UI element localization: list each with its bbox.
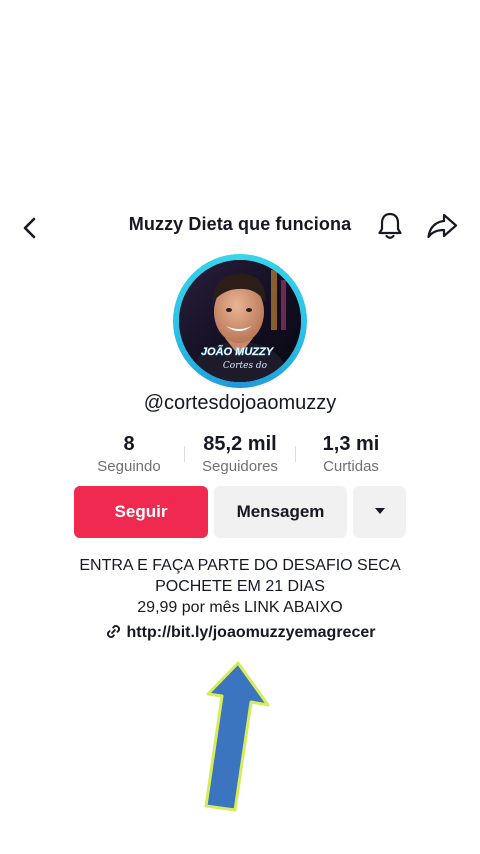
stat-likes-value: 1,3 mi — [322, 433, 380, 455]
bio-link-text: http://bit.ly/joaomuzzyemagrecer — [126, 624, 376, 641]
up-arrow-icon — [204, 661, 270, 812]
share-button[interactable] — [425, 210, 459, 242]
avatar-overlay-subtitle: Cortes do — [223, 361, 268, 371]
username: @cortesdojoaomuzzy — [143, 392, 337, 414]
stat-likes-label: Curtidas — [323, 458, 379, 475]
bio-link[interactable]: http://bit.ly/joaomuzzyemagrecer — [0, 623, 480, 645]
bell-icon — [378, 212, 402, 239]
avatar: JOÃO MUZZY Cortes do — [179, 260, 301, 382]
avatar-image: JOÃO MUZZY Cortes do — [179, 260, 301, 382]
notifications-button[interactable] — [374, 210, 406, 242]
link-icon — [106, 625, 120, 638]
share-arrow-icon — [427, 213, 458, 239]
more-options-button[interactable] — [353, 486, 406, 538]
stat-followers-value: 85,2 mil — [203, 433, 277, 455]
profile-header: Muzzy Dieta que funciona — [0, 200, 480, 252]
profile-stats: 8 Seguindo 85,2 mil Seguidores 1,3 mi Cu… — [74, 432, 406, 480]
stat-followers-label: Seguidores — [202, 458, 278, 475]
bio: ENTRA E FAÇA PARTE DO DESAFIO SECA POCHE… — [0, 555, 480, 618]
caret-down-icon — [374, 507, 385, 514]
bio-line-1: ENTRA E FAÇA PARTE DO DESAFIO SECA — [79, 557, 401, 574]
stat-following-value: 8 — [123, 433, 135, 455]
stat-followers[interactable]: 85,2 mil Seguidores — [185, 432, 295, 478]
message-button[interactable]: Mensagem — [214, 486, 347, 538]
avatar-overlay-title: JOÃO MUZZY — [201, 345, 275, 358]
stat-likes[interactable]: 1,3 mi Curtidas — [296, 432, 406, 478]
avatar-ring[interactable]: JOÃO MUZZY Cortes do — [173, 254, 307, 388]
bio-line-2: POCHETE EM 21 DIAS — [155, 578, 325, 595]
page-title: Muzzy Dieta que funciona — [128, 214, 352, 234]
stat-following[interactable]: 8 Seguindo — [74, 432, 184, 478]
follow-button[interactable]: Seguir — [74, 486, 208, 538]
stat-following-label: Seguindo — [97, 458, 161, 475]
bio-line-3: 29,99 por mês LINK ABAIXO — [137, 599, 343, 616]
